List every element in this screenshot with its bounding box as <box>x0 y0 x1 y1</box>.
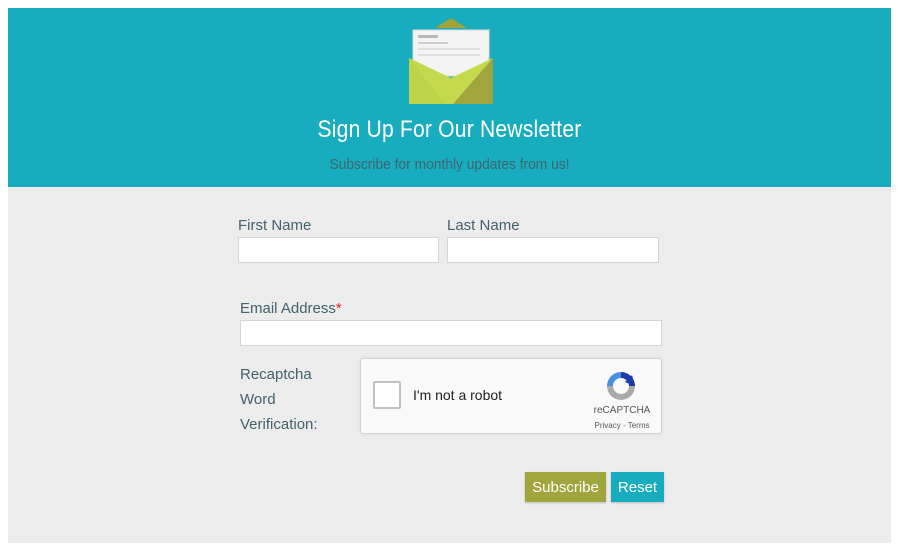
reset-button[interactable]: Reset <box>611 472 664 502</box>
captcha-label: Recaptcha Word Verification: <box>240 366 318 433</box>
envelope-icon <box>409 18 493 104</box>
email-label-text: Email Address <box>240 300 336 317</box>
first-name-field[interactable] <box>238 237 439 263</box>
page-title: Sign Up For Our Newsletter <box>317 116 582 143</box>
required-marker: * <box>335 300 342 317</box>
email-field[interactable] <box>240 320 662 346</box>
recaptcha-checkbox-label: I'm not a robot <box>413 387 503 403</box>
newsletter-header: Sign Up For Our Newsletter Subscribe for… <box>8 8 891 187</box>
last-name-label: Last Name <box>447 217 520 234</box>
recaptcha-privacy-terms-link[interactable]: Privacy - Terms <box>587 421 657 430</box>
email-label: Email Address* <box>240 300 342 317</box>
page-subtitle: Subscribe for monthly updates from us! <box>329 156 570 173</box>
recaptcha-widget: I'm not a robot reCAPTCHA Privacy - Term… <box>360 358 662 434</box>
newsletter-widget: Sign Up For Our Newsletter Subscribe for… <box>8 8 891 543</box>
last-name-field[interactable] <box>447 237 659 263</box>
recaptcha-logo-icon <box>607 372 635 400</box>
recaptcha-checkbox[interactable] <box>373 381 401 409</box>
subscribe-button[interactable]: Subscribe <box>525 472 606 502</box>
first-name-label: First Name <box>238 217 312 234</box>
recaptcha-brand: reCAPTCHA <box>593 405 651 416</box>
